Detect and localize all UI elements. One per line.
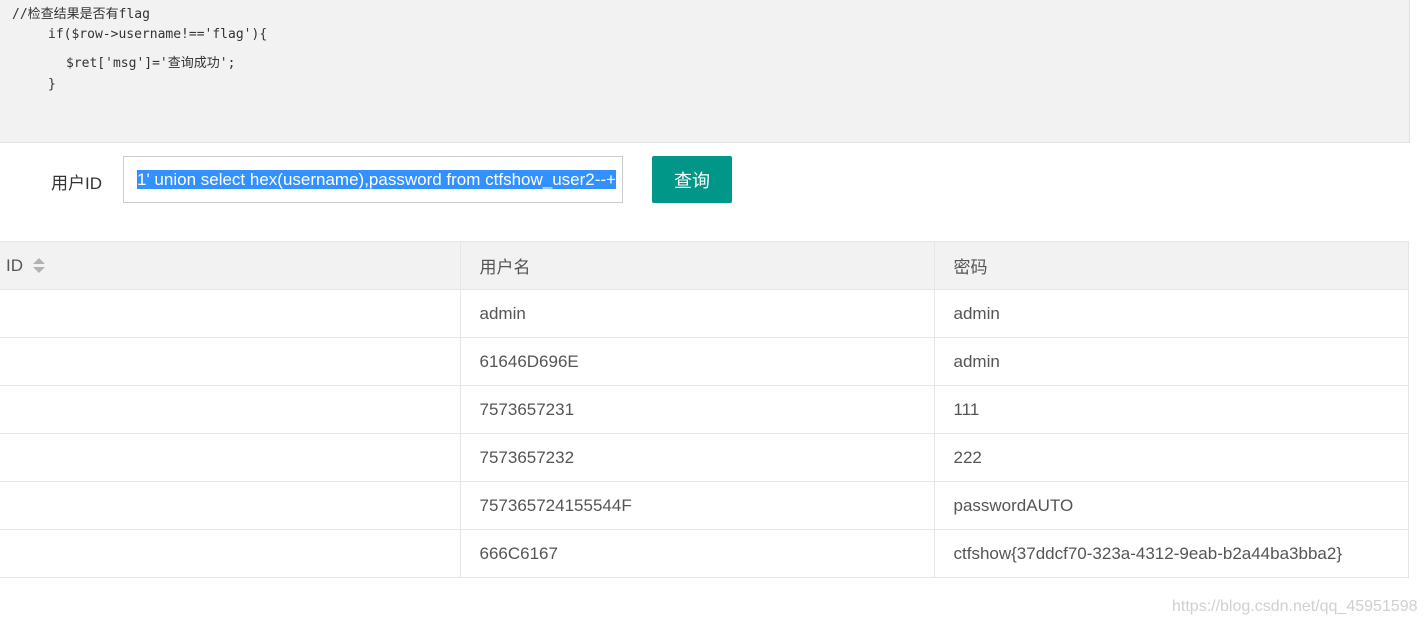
- user-id-input[interactable]: 1' union select hex(username),password f…: [123, 156, 623, 203]
- cell-username: 7573657231: [460, 385, 935, 434]
- code-line: }: [48, 77, 56, 92]
- code-line: $ret['msg']='查询成功';: [66, 56, 236, 71]
- results-table: ID 用户名 密码 admin admin 61646D696E admin 7…: [0, 241, 1409, 578]
- table-row: 7573657231 111: [0, 385, 1409, 434]
- header-username: 用户名: [460, 241, 935, 290]
- header-id[interactable]: ID: [0, 241, 461, 290]
- sort-icon[interactable]: [33, 258, 45, 274]
- cell-username: 757365724155544F: [460, 481, 935, 530]
- cell-username: 7573657232: [460, 433, 935, 482]
- input-value: 1' union select hex(username),password f…: [137, 170, 616, 189]
- cell-id: [0, 433, 461, 482]
- code-line: //检查结果是否有flag: [12, 7, 150, 22]
- cell-username: 666C6167: [460, 529, 935, 578]
- header-password: 密码: [934, 241, 1409, 290]
- table-row: 61646D696E admin: [0, 337, 1409, 386]
- cell-id: [0, 337, 461, 386]
- cell-password: passwordAUTO: [934, 481, 1409, 530]
- query-button[interactable]: 查询: [652, 156, 732, 203]
- table-header-row: ID 用户名 密码: [0, 241, 1409, 290]
- table-row: admin admin: [0, 289, 1409, 338]
- cell-id: [0, 289, 461, 338]
- table-row: 757365724155544F passwordAUTO: [0, 481, 1409, 530]
- code-line: if($row->username!=='flag'){: [48, 27, 268, 42]
- cell-username: 61646D696E: [460, 337, 935, 386]
- cell-password: ctfshow{37ddcf70-323a-4312-9eab-b2a44ba3…: [934, 529, 1409, 578]
- header-id-label: ID: [6, 255, 23, 275]
- watermark: https://blog.csdn.net/qq_45951598: [1172, 598, 1418, 615]
- table-row: 666C6167 ctfshow{37ddcf70-323a-4312-9eab…: [0, 529, 1409, 578]
- code-block: //检查结果是否有flag if($row->username!=='flag'…: [0, 0, 1410, 143]
- user-id-label: 用户ID: [51, 174, 102, 193]
- cell-password: 111: [934, 385, 1409, 434]
- cell-password: admin: [934, 337, 1409, 386]
- cell-id: [0, 529, 461, 578]
- cell-password: admin: [934, 289, 1409, 338]
- cell-id: [0, 481, 461, 530]
- cell-username: admin: [460, 289, 935, 338]
- table-row: 7573657232 222: [0, 433, 1409, 482]
- cell-password: 222: [934, 433, 1409, 482]
- cell-id: [0, 385, 461, 434]
